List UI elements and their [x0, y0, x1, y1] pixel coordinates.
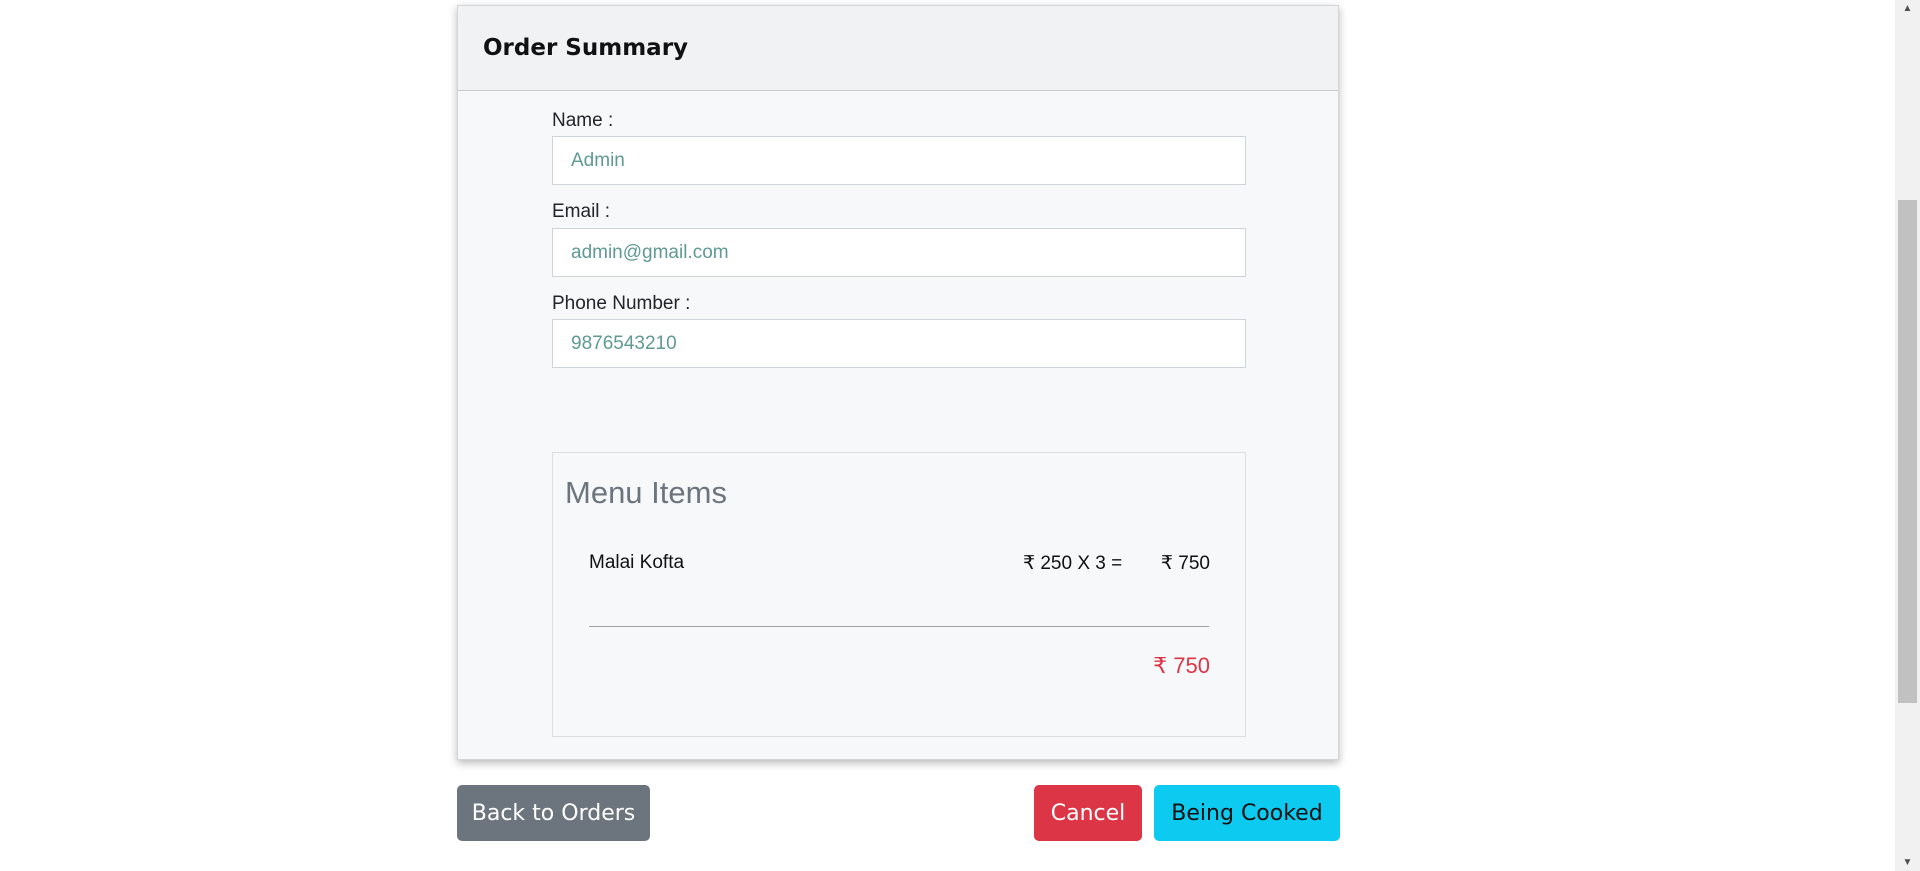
menu-items-box: Menu Items Malai Kofta ₹ 250 X 3 = ₹ 750… — [552, 452, 1246, 737]
order-summary-card: Order Summary Name : Email : Phone Numbe… — [457, 5, 1339, 760]
being-cooked-button[interactable]: Being Cooked — [1154, 785, 1340, 841]
divider — [589, 626, 1209, 627]
scroll-up-icon[interactable]: ▲ — [1895, 0, 1920, 17]
item-price-calc: ₹ 250 X 3 = — [1023, 553, 1123, 574]
item-total: ₹ 750 — [1160, 553, 1210, 574]
item-name: Malai Kofta — [589, 552, 685, 573]
name-label: Name : — [552, 110, 614, 131]
email-label: Email : — [552, 201, 611, 222]
cancel-button[interactable]: Cancel — [1034, 785, 1142, 841]
menu-items-title: Menu Items — [565, 475, 727, 510]
scrollbar-thumb[interactable] — [1898, 200, 1917, 703]
scroll-down-icon[interactable]: ▼ — [1895, 854, 1920, 871]
grand-total: ₹ 750 — [1153, 653, 1210, 678]
email-field[interactable] — [552, 228, 1246, 277]
scrollbar[interactable]: ▲ ▼ — [1895, 0, 1920, 871]
back-to-orders-button[interactable]: Back to Orders — [457, 785, 650, 841]
phone-field[interactable] — [552, 319, 1246, 368]
card-header: Order Summary — [458, 6, 1338, 91]
name-field[interactable] — [552, 136, 1246, 185]
phone-label: Phone Number : — [552, 293, 691, 314]
card-title: Order Summary — [483, 35, 689, 61]
